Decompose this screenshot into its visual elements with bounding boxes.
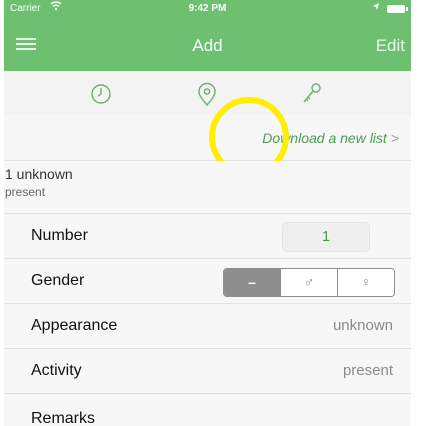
chevron-right-icon: > [390,130,399,146]
key-icon[interactable] [300,82,324,106]
status-bar: Carrier 9:42 PM [4,0,411,18]
summary-block: 1 unknown present [4,161,411,214]
number-field[interactable]: 1 [282,222,370,252]
gender-option-male[interactable]: ♂ [280,269,337,296]
app-window: Carrier 9:42 PM Add Edit Download a new … [4,0,411,426]
gender-option-female[interactable]: ♀ [337,269,394,296]
gender-label: Gender [31,272,85,289]
clock-icon[interactable] [89,82,113,106]
summary-line-1: 1 unknown [5,166,73,182]
remarks-label: Remarks [31,410,96,426]
location-arrow-icon [372,2,380,14]
content-area: Download a new list > 1 unknown present N… [4,97,411,426]
activity-row[interactable]: Activity present [4,349,411,394]
top-bar: Carrier 9:42 PM Add Edit [4,0,411,71]
battery-icon [387,5,408,13]
activity-value: present [342,362,393,379]
activity-label: Activity [31,362,82,379]
number-row: Number 1 [4,214,411,259]
summary-line-2: present [5,185,46,199]
page-title: Add [192,36,223,55]
appearance-value: unknown [332,317,393,334]
tab-strip [4,71,411,116]
appearance-row[interactable]: Appearance unknown [4,304,411,349]
appearance-label: Appearance [31,317,118,334]
number-label: Number [31,227,88,244]
download-row: Download a new list > [4,97,411,177]
gender-segmented-control: – ♂ ♀ [223,268,395,297]
download-link-label: Download a new list [262,130,387,146]
edit-button[interactable]: Edit [376,36,405,56]
download-new-list-link[interactable]: Download a new list > [262,130,399,146]
navigation-bar: Add Edit [4,18,411,71]
status-time: 9:42 PM [188,3,227,14]
remarks-row[interactable]: Remarks [4,394,411,426]
gender-row: Gender – ♂ ♀ [4,259,411,304]
location-pin-icon[interactable] [195,82,219,107]
gender-option-unspecified[interactable]: – [224,269,280,296]
